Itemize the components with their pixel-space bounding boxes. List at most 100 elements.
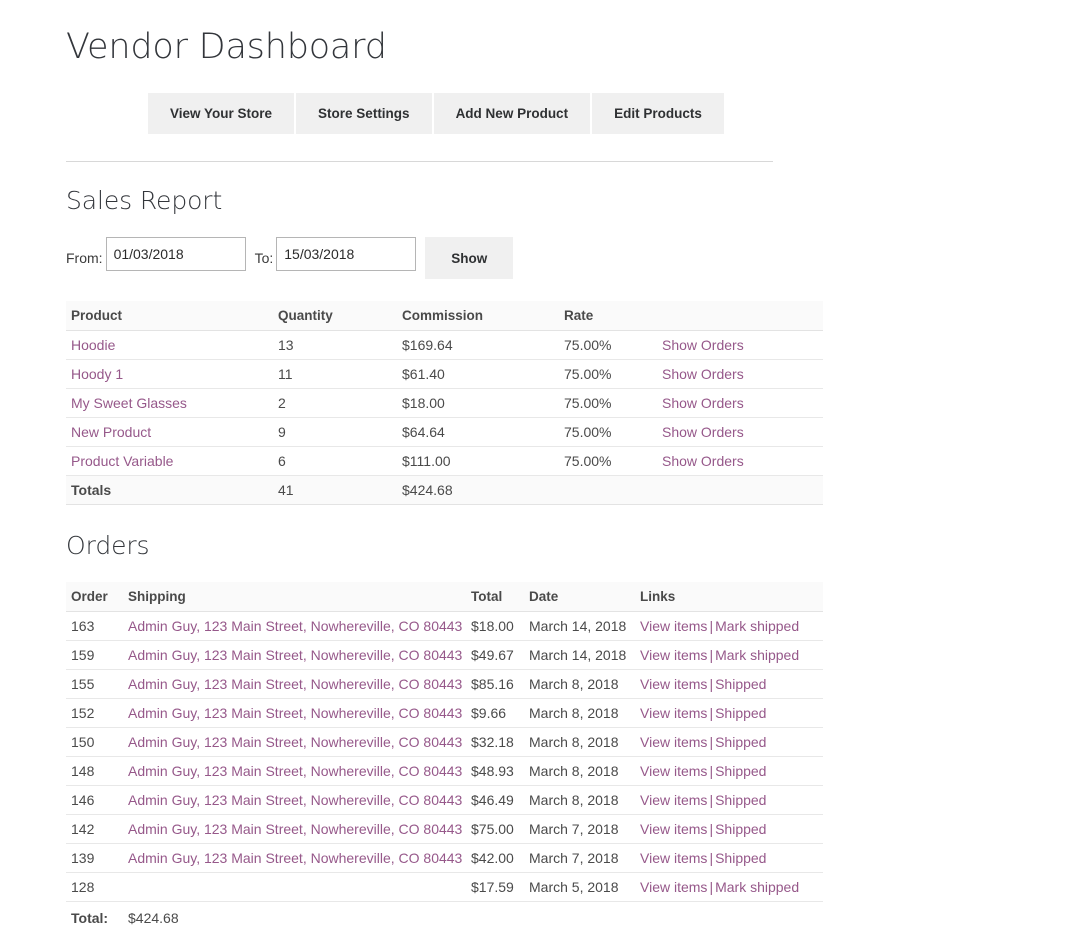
to-label: To:	[254, 250, 274, 267]
orders-col-order: Order	[66, 582, 123, 613]
product-rate: 75.00%	[559, 330, 657, 361]
order-date: March 14, 2018	[524, 611, 635, 642]
from-label: From:	[66, 250, 103, 267]
shipping-status-link[interactable]: Shipped	[715, 676, 766, 692]
shipping-address-link[interactable]: Admin Guy, 123 Main Street, Nowhereville…	[128, 821, 462, 837]
dashboard-nav-buttons: View Your Store Store Settings Add New P…	[148, 92, 773, 135]
table-row: 152 Admin Guy, 123 Main Street, Nowherev…	[66, 698, 823, 729]
shipping-status-link[interactable]: Shipped	[715, 821, 766, 837]
table-row: Product Variable 6 $111.00 75.00% Show O…	[66, 446, 823, 477]
shipping-address-link[interactable]: Admin Guy, 123 Main Street, Nowhereville…	[128, 792, 462, 808]
show-orders-link[interactable]: Show Orders	[662, 366, 744, 382]
sales-col-quantity: Quantity	[273, 301, 397, 332]
table-row: 159 Admin Guy, 123 Main Street, Nowherev…	[66, 640, 823, 671]
order-number: 155	[66, 669, 123, 700]
shipping-status-link[interactable]: Mark shipped	[715, 618, 799, 634]
link-separator: |	[709, 850, 714, 867]
product-link[interactable]: My Sweet Glasses	[71, 395, 187, 411]
shipping-address-link[interactable]: Admin Guy, 123 Main Street, Nowhereville…	[128, 618, 462, 634]
table-row: 142 Admin Guy, 123 Main Street, Nowherev…	[66, 814, 823, 845]
sales-table-head: Product Quantity Commission Rate	[66, 301, 823, 332]
order-number: 163	[66, 611, 123, 642]
product-link[interactable]: Hoody 1	[71, 366, 123, 382]
link-separator: |	[709, 676, 714, 693]
order-number: 146	[66, 785, 123, 816]
sales-totals-commission: $424.68	[397, 475, 559, 506]
show-orders-link[interactable]: Show Orders	[662, 424, 744, 440]
sales-totals-actions	[657, 475, 823, 506]
shipping-address-link[interactable]: Admin Guy, 123 Main Street, Nowhereville…	[128, 705, 462, 721]
shipping-status-link[interactable]: Shipped	[715, 705, 766, 721]
orders-grand-total-row: Total: $424.68	[66, 901, 823, 932]
orders-col-links: Links	[635, 582, 823, 613]
edit-products-button[interactable]: Edit Products	[592, 92, 724, 135]
table-row: 146 Admin Guy, 123 Main Street, Nowherev…	[66, 785, 823, 816]
order-total: $46.49	[466, 785, 524, 816]
view-items-link[interactable]: View items	[640, 850, 707, 866]
shipping-status-link[interactable]: Mark shipped	[715, 879, 799, 895]
view-items-link[interactable]: View items	[640, 647, 707, 663]
sales-totals-rate	[559, 475, 657, 506]
product-rate: 75.00%	[559, 388, 657, 419]
page-title: Vendor Dashboard	[66, 27, 387, 67]
show-orders-link[interactable]: Show Orders	[662, 395, 744, 411]
product-link[interactable]: Product Variable	[71, 453, 173, 469]
view-items-link[interactable]: View items	[640, 821, 707, 837]
product-commission: $18.00	[397, 388, 559, 419]
shipping-status-link[interactable]: Shipped	[715, 850, 766, 866]
view-items-link[interactable]: View items	[640, 763, 707, 779]
link-separator: |	[709, 821, 714, 838]
order-number: 159	[66, 640, 123, 671]
orders-col-shipping: Shipping	[123, 582, 466, 613]
product-rate: 75.00%	[559, 359, 657, 390]
order-date: March 8, 2018	[524, 698, 635, 729]
orders-total-label: Total:	[66, 901, 123, 932]
order-total: $32.18	[466, 727, 524, 758]
product-quantity: 13	[273, 330, 397, 361]
table-row: Hoody 1 11 $61.40 75.00% Show Orders	[66, 359, 823, 390]
shipping-address-link[interactable]: Admin Guy, 123 Main Street, Nowhereville…	[128, 676, 462, 692]
shipping-status-link[interactable]: Mark shipped	[715, 647, 799, 663]
view-items-link[interactable]: View items	[640, 676, 707, 692]
table-row: New Product 9 $64.64 75.00% Show Orders	[66, 417, 823, 448]
shipping-address-link[interactable]: Admin Guy, 123 Main Street, Nowhereville…	[128, 850, 462, 866]
view-items-link[interactable]: View items	[640, 734, 707, 750]
from-date-input[interactable]	[105, 237, 246, 272]
sales-totals-quantity: 41	[273, 475, 397, 506]
product-commission: $61.40	[397, 359, 559, 390]
vendor-dashboard-page: Vendor Dashboard View Your Store Store S…	[0, 0, 1085, 932]
order-total: $75.00	[466, 814, 524, 845]
orders-heading: Orders	[66, 531, 150, 561]
view-items-link[interactable]: View items	[640, 705, 707, 721]
show-orders-link[interactable]: Show Orders	[662, 453, 744, 469]
show-orders-link[interactable]: Show Orders	[662, 337, 744, 353]
show-report-button[interactable]: Show	[425, 237, 514, 280]
order-date: March 8, 2018	[524, 785, 635, 816]
product-link[interactable]: Hoodie	[71, 337, 115, 353]
shipping-status-link[interactable]: Shipped	[715, 734, 766, 750]
sales-col-rate: Rate	[559, 301, 657, 332]
link-separator: |	[709, 792, 714, 809]
shipping-address-link[interactable]: Admin Guy, 123 Main Street, Nowhereville…	[128, 763, 462, 779]
order-total: $17.59	[466, 872, 524, 903]
shipping-status-link[interactable]: Shipped	[715, 792, 766, 808]
add-new-product-button[interactable]: Add New Product	[433, 92, 591, 135]
view-your-store-button[interactable]: View Your Store	[148, 92, 295, 135]
view-items-link[interactable]: View items	[640, 792, 707, 808]
order-number: 152	[66, 698, 123, 729]
sales-col-product: Product	[66, 301, 273, 332]
orders-col-date: Date	[524, 582, 635, 613]
shipping-address-link[interactable]: Admin Guy, 123 Main Street, Nowhereville…	[128, 734, 462, 750]
order-date: March 7, 2018	[524, 843, 635, 874]
store-settings-button[interactable]: Store Settings	[296, 92, 432, 135]
to-date-input[interactable]	[276, 237, 417, 272]
order-total: $48.93	[466, 756, 524, 787]
orders-table: Order Shipping Total Date Links 163 Admi…	[66, 582, 823, 932]
view-items-link[interactable]: View items	[640, 879, 707, 895]
shipping-status-link[interactable]: Shipped	[715, 763, 766, 779]
sales-report-table: Product Quantity Commission Rate Hoodie …	[66, 301, 823, 506]
view-items-link[interactable]: View items	[640, 618, 707, 634]
product-link[interactable]: New Product	[71, 424, 151, 440]
shipping-address-link[interactable]: Admin Guy, 123 Main Street, Nowhereville…	[128, 647, 462, 663]
orders-total-value: $424.68	[123, 901, 466, 932]
